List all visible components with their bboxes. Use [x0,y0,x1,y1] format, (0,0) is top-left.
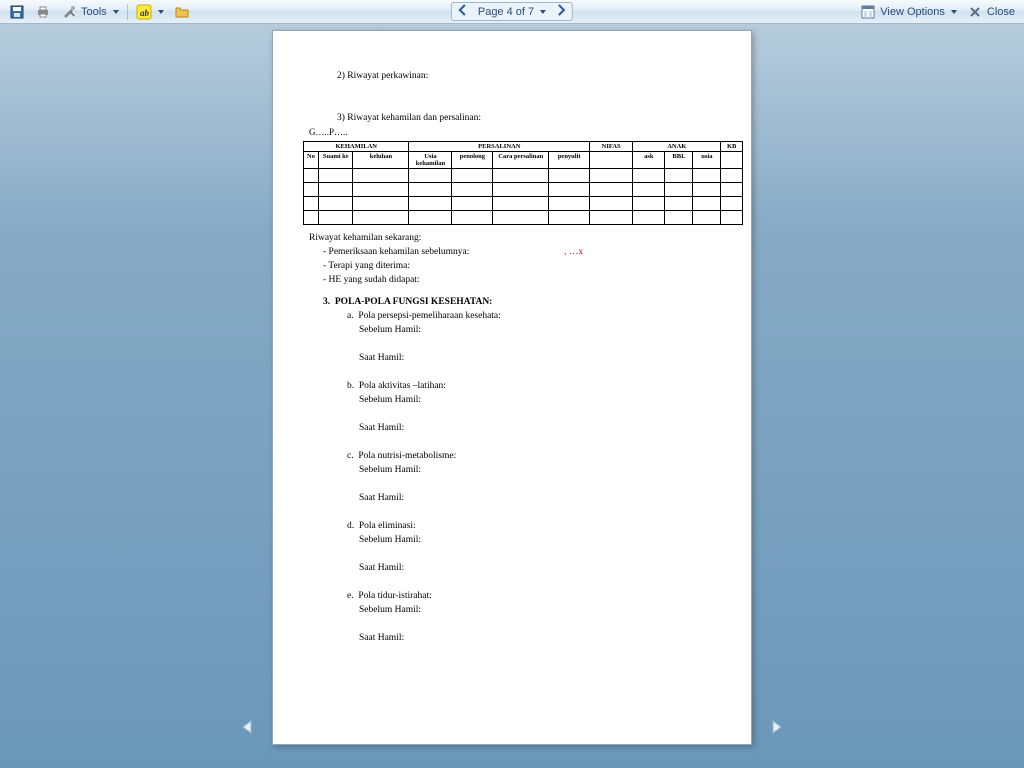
chevron-down-icon [951,10,957,14]
text: Saat Hamil: [309,423,715,433]
text: Sebelum Hamil: [309,535,715,545]
th: PERSALINAN [409,142,590,152]
table-row [304,197,743,211]
th: Cara persalinan [493,152,549,169]
close-button[interactable]: Close [962,1,1020,23]
document-viewer: 2) Riwayat perkawinan: 3) Riwayat kehami… [0,24,1024,768]
text: Saat Hamil: [309,633,715,643]
tools-icon [61,4,77,20]
chevron-down-icon [158,10,164,14]
page-select[interactable]: Page 4 of 7 [472,6,552,18]
save-icon [9,4,25,20]
th: ask [633,152,665,169]
folder-button[interactable] [169,1,195,23]
toolbar: Tools ab Page 4 of 7 [0,0,1024,24]
section-heading: 3. POLA-POLA FUNGSI KESEHATAN: [309,297,715,307]
table-row [304,211,743,225]
th: keluhan [353,152,409,169]
text: Sebelum Hamil: [309,465,715,475]
chevron-down-icon [113,10,119,14]
next-page-arrow[interactable] [765,718,787,736]
list-item: - Terapi yang diterima: [309,261,715,271]
annotation: , …x [564,247,583,257]
list-item: c. Pola nutrisi-metabolisme: [309,451,715,461]
separator [127,4,128,20]
close-label: Close [987,6,1015,18]
text: POLA-POLA FUNGSI KESEHATAN: [335,297,492,307]
page-content: 2) Riwayat perkawinan: 3) Riwayat kehami… [272,30,752,745]
list-item: d. Pola eliminasi: [309,521,715,531]
list-item: 2) Riwayat perkawinan: [309,71,715,81]
text: Sebelum Hamil: [309,605,715,615]
th: NIFAS [590,142,633,152]
th [590,152,633,169]
th: BBL [665,152,693,169]
th: usia [693,152,721,169]
text: Sebelum Hamil: [309,325,715,335]
page-label: Page 4 of 7 [478,6,534,18]
list-item: a. Pola persepsi-pemeliharaan kesehata: [309,311,715,321]
prev-page-arrow[interactable] [237,718,259,736]
view-options-icon [860,4,876,20]
page-navigator: Page 4 of 7 [451,2,573,21]
th: penyulit [549,152,590,169]
close-icon [967,4,983,20]
th: ANAK [633,142,721,152]
list-item: - Pemeriksaan kehamilan sebelumnya: , …x [309,247,715,257]
text: Saat Hamil: [309,563,715,573]
chevron-down-icon [540,10,546,14]
text: Riwayat kehamilan sekarang: [309,233,715,243]
save-button[interactable] [4,1,30,23]
text: G…..P….. [309,127,715,137]
tools-menu[interactable]: Tools [56,1,124,23]
next-page-button[interactable] [552,4,570,19]
th [721,152,743,169]
view-options-label: View Options [880,6,945,18]
print-button[interactable] [30,1,56,23]
th: KB [721,142,743,152]
table-row [304,183,743,197]
svg-text:ab: ab [140,8,150,18]
th: penolong [452,152,493,169]
th: Suami ke [319,152,353,169]
tools-label: Tools [81,6,107,18]
history-table: KEHAMILAN PERSALINAN NIFAS ANAK KB No Su… [303,141,743,225]
text: Saat Hamil: [309,353,715,363]
th: KEHAMILAN [304,142,409,152]
print-icon [35,4,51,20]
folder-icon [174,4,190,20]
list-item: - HE yang sudah didapat: [309,275,715,285]
text: Sebelum Hamil: [309,395,715,405]
table-row [304,169,743,183]
highlight-icon: ab [136,4,152,20]
list-item: b. Pola aktivitas –latihan: [309,381,715,391]
list-item: 3) Riwayat kehamilan dan persalinan: [309,113,715,123]
text: - Pemeriksaan kehamilan sebelumnya: [323,247,469,257]
th: Usia kehamilan [409,152,452,169]
highlight-button[interactable]: ab [131,1,169,23]
th: No [304,152,319,169]
view-options-menu[interactable]: View Options [855,1,962,23]
list-item: e. Pola tidur-istirahat: [309,591,715,601]
text: Saat Hamil: [309,493,715,503]
text: 3. [323,297,330,307]
prev-page-button[interactable] [454,4,472,19]
